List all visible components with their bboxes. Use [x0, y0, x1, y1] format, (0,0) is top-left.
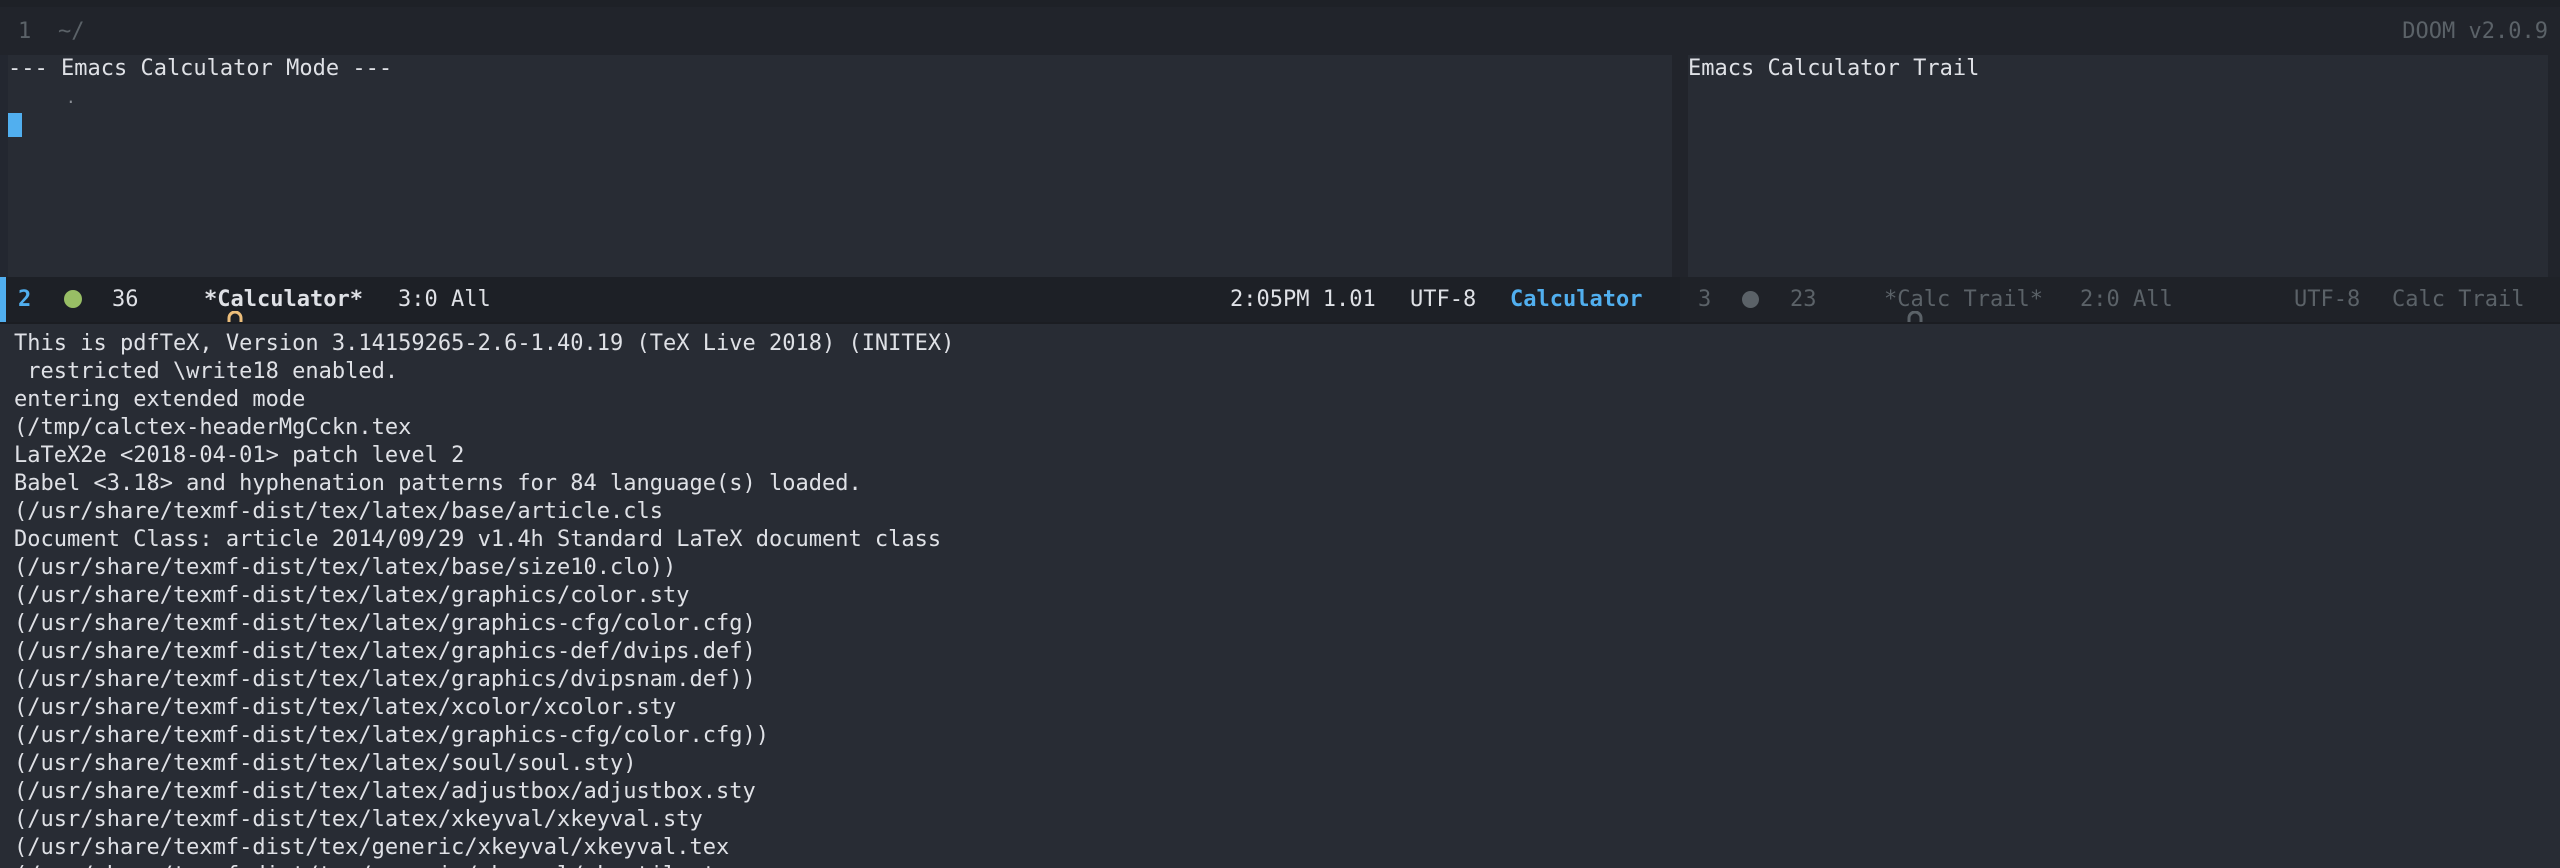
time-and-load: 2:05PM 1.01	[1230, 287, 1376, 312]
active-window-indicator	[0, 277, 6, 322]
buffer-count: 36	[112, 287, 139, 312]
encoding[interactable]: UTF-8	[1410, 287, 1476, 312]
header-line-number: 1	[18, 18, 32, 44]
tex-output-line: LaTeX2e <2018-04-01> patch level 2	[14, 443, 465, 468]
major-mode[interactable]: Calc Trail	[2392, 287, 2524, 312]
tex-output-line: (/usr/share/texmf-dist/tex/latex/graphic…	[14, 583, 690, 608]
tex-output-line: (/usr/share/texmf-dist/tex/latex/base/ar…	[14, 499, 664, 524]
calc-trail-window[interactable]: Emacs Calculator Trail	[1688, 55, 2548, 277]
major-mode[interactable]: Calculator	[1510, 287, 1642, 312]
tex-output-line: (/usr/share/texmf-dist/tex/latex/xkeyval…	[14, 807, 703, 832]
modeline-calc-trail[interactable]: 3 23 *Calc Trail* 2:0 All UTF-8 Calc Tra…	[1680, 277, 2560, 336]
modeline-calculator[interactable]: 2 36 *Calculator* 3:0 All 2:05PM 1.01 UT…	[0, 277, 1680, 336]
tex-output-line: restricted \write18 enabled.	[14, 359, 399, 384]
header-path: ~/	[58, 18, 85, 44]
frame-top-strip	[0, 0, 2560, 7]
header-line: 1 ~/ DOOM v2.0.9	[0, 7, 2560, 55]
buffer-name[interactable]: *Calc Trail*	[1884, 287, 2043, 312]
calculator-fringe	[0, 55, 8, 277]
tex-output-line: (/usr/share/texmf-dist/tex/latex/base/si…	[14, 555, 677, 580]
buffer-count: 23	[1790, 287, 1817, 312]
tex-output-line: (/usr/share/texmf-dist/tex/latex/soul/so…	[14, 751, 637, 776]
calculator-stack-dot: .	[66, 88, 76, 107]
cursor-position: 3:0 All	[398, 287, 491, 312]
tex-output-line: (/usr/share/texmf-dist/tex/latex/graphic…	[14, 639, 756, 664]
encoding[interactable]: UTF-8	[2294, 287, 2360, 312]
tex-output-line: (/usr/share/texmf-dist/tex/latex/xcolor/…	[14, 695, 677, 720]
tex-output-line: Babel <3.18> and hyphenation patterns fo…	[14, 471, 862, 496]
doom-version: DOOM v2.0.9	[2402, 18, 2548, 44]
circle-icon	[1742, 291, 1759, 308]
tex-output-line: (/usr/share/texmf-dist/tex/latex/graphic…	[14, 723, 769, 748]
horizontal-window-divider	[0, 322, 2560, 324]
tex-output-window[interactable]: This is pdfTeX, Version 3.14159265-2.6-1…	[0, 322, 2560, 868]
calc-trail-title: Emacs Calculator Trail	[1688, 56, 1980, 81]
tex-output-line: entering extended mode	[14, 387, 306, 412]
calculator-title: --- Emacs Calculator Mode ---	[8, 56, 393, 81]
cursor-position: 2:0 All	[2080, 287, 2173, 312]
tex-output-line: (/tmp/calctex-headerMgCckn.tex	[14, 415, 412, 440]
text-cursor	[8, 113, 22, 137]
right-fringe	[2548, 55, 2560, 277]
calculator-window[interactable]: --- Emacs Calculator Mode --- .	[0, 55, 1672, 277]
window-number: 3	[1698, 287, 1712, 312]
tex-output-line: Document Class: article 2014/09/29 v1.4h…	[14, 527, 942, 552]
vertical-window-divider[interactable]	[1672, 55, 1688, 277]
tex-output-line: (/usr/share/texmf-dist/tex/latex/graphic…	[14, 611, 756, 636]
tex-output-line: (/usr/share/texmf-dist/tex/latex/adjustb…	[14, 779, 756, 804]
tex-output-line: This is pdfTeX, Version 3.14159265-2.6-1…	[14, 331, 955, 356]
window-number: 2	[18, 287, 32, 312]
buffer-name[interactable]: *Calculator*	[204, 287, 363, 312]
tex-output-line: (/usr/share/texmf-dist/tex/generic/xkeyv…	[14, 835, 730, 860]
circle-icon	[64, 290, 82, 308]
tex-output-line: (/usr/share/texmf-dist/tex/generic/xkeyv…	[14, 862, 742, 868]
tex-output-line: (/usr/share/texmf-dist/tex/latex/graphic…	[14, 667, 756, 692]
